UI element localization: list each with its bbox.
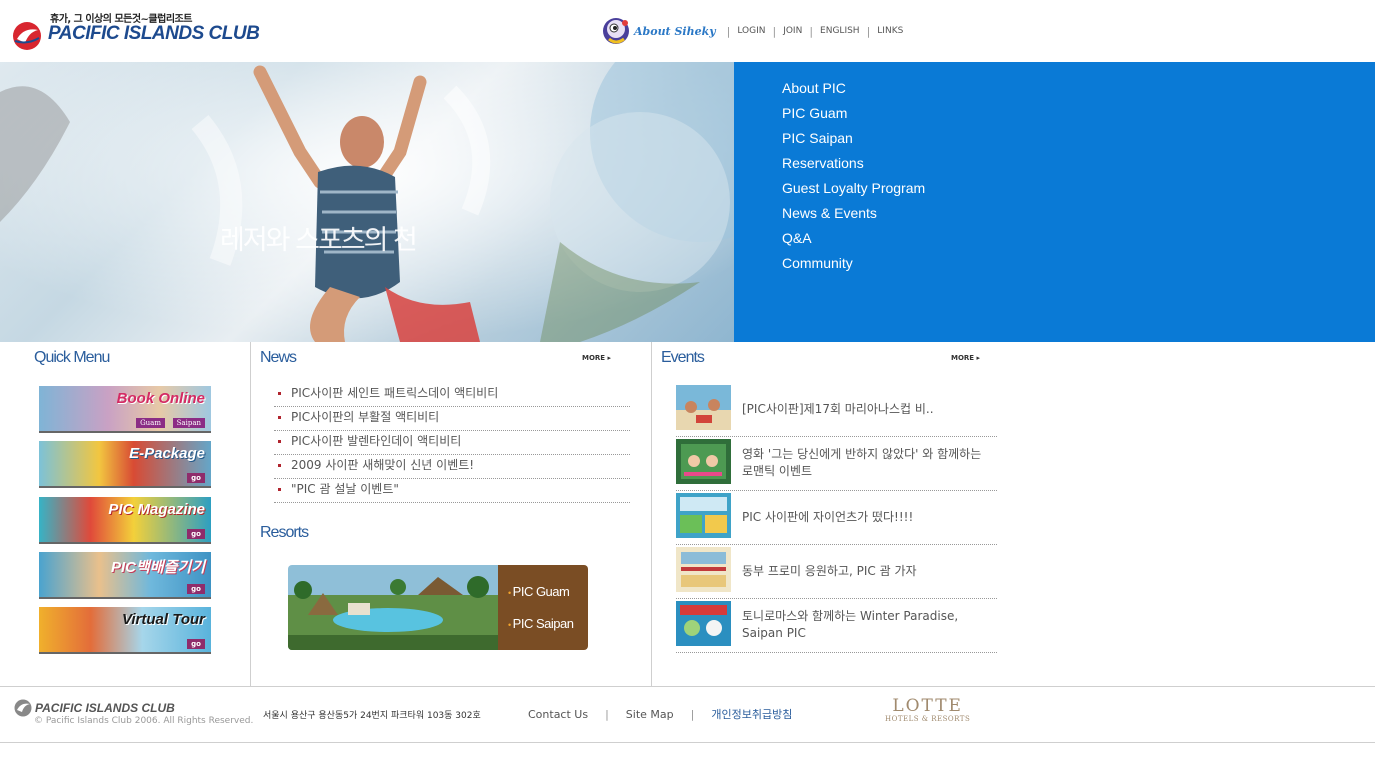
footer-divider <box>0 686 1375 687</box>
lotte-logo-line1: LOTTE <box>892 696 963 716</box>
guam-tag[interactable]: Guam <box>136 418 165 428</box>
go-badge: go <box>187 529 205 539</box>
events-list: [PIC사이판]제17회 마리아나스컵 비.. 영화 '그는 당신에게 반하지 … <box>676 383 997 653</box>
events-title: Events <box>661 349 705 366</box>
event-thumbnail <box>676 493 731 538</box>
news-list: PIC사이판 세인트 패트릭스데이 액티비티 PIC사이판의 부활절 액티비티 … <box>274 383 630 503</box>
main-navigation: About PIC PIC Guam PIC Saipan Reservatio… <box>734 62 1375 342</box>
event-thumbnail <box>676 439 731 484</box>
about-siheky-link[interactable]: About Siheky <box>600 15 716 47</box>
join-link[interactable]: JOIN <box>783 26 802 36</box>
site-header: 휴가, 그 이상의 모든것~클럽리조트 PACIFIC ISLANDS CLUB… <box>0 0 1375 62</box>
resort-link-pic-saipan[interactable]: PIC Saipan <box>508 616 574 631</box>
nav-community[interactable]: Community <box>782 253 925 278</box>
event-thumbnail <box>676 547 731 592</box>
site-logo[interactable]: 휴가, 그 이상의 모든것~클럽리조트 PACIFIC ISLANDS CLUB <box>12 10 260 54</box>
separator: | <box>772 24 777 38</box>
lotte-logo-line2: HOTELS & RESORTS <box>885 715 971 723</box>
nav-pic-saipan[interactable]: PIC Saipan <box>782 128 925 153</box>
pic-magazine-label: PIC Magazine <box>108 501 205 518</box>
siheky-mascot-icon <box>603 18 629 44</box>
event-title: 동부 프로미 응원하고, PIC 괌 가자 <box>742 563 917 578</box>
e-package-label: E-Package <box>129 445 205 462</box>
event-thumbnail <box>676 385 731 430</box>
resorts-banner: PIC Guam PIC Saipan <box>288 565 588 650</box>
hero-banner: 레저와 스포츠의 천 <box>0 62 734 342</box>
news-item[interactable]: 2009 사이판 새해맞이 신년 이벤트! <box>274 455 630 479</box>
logo-brand: PACIFIC ISLANDS CLUB <box>48 23 260 44</box>
pic-magazine-button[interactable]: PIC Magazine go <box>39 497 211 544</box>
virtual-tour-label: Virtual Tour <box>121 611 205 628</box>
e-package-button[interactable]: E-Package go <box>39 441 211 488</box>
news-item[interactable]: PIC사이판 발렌타인데이 액티비티 <box>274 431 630 455</box>
site-map-link[interactable]: Site Map <box>626 708 674 721</box>
event-item[interactable]: 토니로마스와 함께하는 Winter Paradise, Saipan PIC <box>676 599 997 653</box>
separator: | <box>690 707 695 721</box>
footer-brand: PACIFIC ISLANDS CLUB <box>35 701 175 715</box>
column-divider <box>250 342 251 686</box>
news-more-link[interactable]: MORE <box>582 354 611 362</box>
pic-logo-icon <box>14 699 32 717</box>
quick-menu-title: Quick Menu <box>34 349 110 366</box>
event-title: 영화 '그는 당신에게 반하지 않았다' 와 함께하는 로맨틱 이벤트 <box>742 447 982 478</box>
event-item[interactable]: 동부 프로미 응원하고, PIC 괌 가자 <box>676 545 997 599</box>
resorts-title: Resorts <box>260 524 309 541</box>
pic-logo-icon <box>13 22 41 50</box>
footer-links: Contact Us | Site Map | 개인정보취급방침 <box>528 706 792 722</box>
nav-about-pic[interactable]: About PIC <box>782 78 925 103</box>
column-divider <box>651 342 652 686</box>
separator: | <box>726 24 731 38</box>
about-siheky-label: About Siheky <box>634 24 716 38</box>
footer-address: 서울시 용산구 용산동5가 24번지 파크타워 103동 302호 <box>263 711 481 721</box>
nav-news-events[interactable]: News & Events <box>782 203 925 228</box>
separator: | <box>866 24 871 38</box>
resort-link-pic-guam[interactable]: PIC Guam <box>508 584 570 599</box>
links-link[interactable]: LINKS <box>877 26 903 36</box>
resort-links-panel: PIC Guam PIC Saipan <box>498 565 588 650</box>
pic-100-enjoy-label: PIC백배즐기기 <box>110 559 205 576</box>
event-title: 토니로마스와 함께하는 Winter Paradise, Saipan PIC <box>742 609 959 640</box>
top-utility-nav: About Siheky | LOGIN | JOIN | ENGLISH | … <box>600 14 903 48</box>
privacy-policy-link[interactable]: 개인정보취급방침 <box>711 706 792 722</box>
news-item[interactable]: PIC사이판의 부활절 액티비티 <box>274 407 630 431</box>
hero-photo <box>0 62 734 342</box>
event-thumbnail <box>676 601 731 646</box>
go-badge: go <box>187 584 205 594</box>
lotte-hotels-logo[interactable]: LOTTE HOTELS & RESORTS <box>885 697 970 723</box>
hero-caption: 레저와 스포츠의 천 <box>220 225 418 256</box>
footer-copyright: © Pacific Islands Club 2006. All Rights … <box>34 716 254 726</box>
news-item[interactable]: "PIC 괌 설날 이벤트" <box>274 479 630 503</box>
separator: | <box>605 707 609 721</box>
go-badge: go <box>187 473 205 483</box>
footer-divider <box>0 742 1375 743</box>
go-badge: go <box>187 639 205 649</box>
news-item[interactable]: PIC사이판 세인트 패트릭스데이 액티비티 <box>274 383 630 407</box>
nav-guest-loyalty-program[interactable]: Guest Loyalty Program <box>782 178 925 203</box>
events-more-link[interactable]: MORE <box>951 354 980 362</box>
nav-reservations[interactable]: Reservations <box>782 153 925 178</box>
book-online-label: Book Online <box>116 390 205 407</box>
nav-pic-guam[interactable]: PIC Guam <box>782 103 925 128</box>
event-title: PIC 사이판에 자이언츠가 떴다!!!! <box>742 509 914 524</box>
book-online-button[interactable]: Book Online Guam Saipan <box>39 386 211 433</box>
english-link[interactable]: ENGLISH <box>820 26 860 36</box>
saipan-tag[interactable]: Saipan <box>172 418 205 428</box>
news-title: News <box>260 349 297 366</box>
event-item[interactable]: 영화 '그는 당신에게 반하지 않았다' 와 함께하는 로맨틱 이벤트 <box>676 437 997 491</box>
event-title: [PIC사이판]제17회 마리아나스컵 비.. <box>742 401 934 416</box>
pic-100-enjoy-button[interactable]: PIC백배즐기기 go <box>39 552 211 599</box>
contact-us-link[interactable]: Contact Us <box>528 708 588 721</box>
event-item[interactable]: PIC 사이판에 자이언츠가 떴다!!!! <box>676 491 997 545</box>
resort-photo <box>288 565 498 650</box>
separator: | <box>809 24 814 38</box>
virtual-tour-button[interactable]: Virtual Tour go <box>39 607 211 654</box>
login-link[interactable]: LOGIN <box>737 26 765 36</box>
nav-qa[interactable]: Q&A <box>782 228 925 253</box>
event-item[interactable]: [PIC사이판]제17회 마리아나스컵 비.. <box>676 383 997 437</box>
